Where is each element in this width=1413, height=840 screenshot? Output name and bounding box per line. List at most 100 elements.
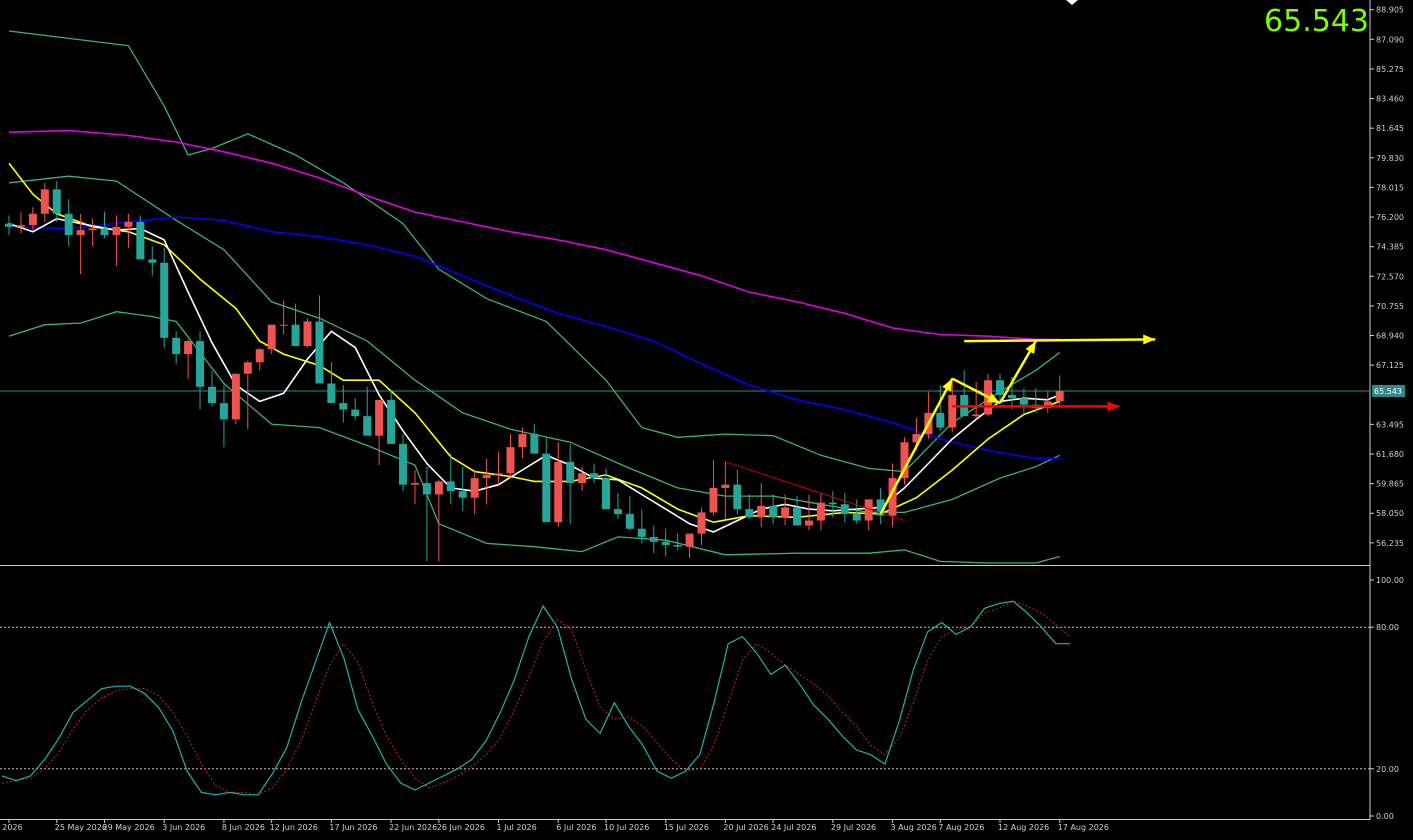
arrow-shaft-0 <box>879 378 954 515</box>
candle-body <box>816 502 825 521</box>
price-tick-label: 87.090 <box>1376 35 1404 44</box>
candle-body <box>972 414 981 417</box>
time-tick-label: 29 Jul 2026 <box>831 823 876 832</box>
time-tick-label: 3 Aug 2026 <box>891 823 937 832</box>
candle-body <box>64 213 73 235</box>
time-tick-label: 10 Jul 2026 <box>604 823 649 832</box>
time-tick-label: 7 Aug 2026 <box>938 823 984 832</box>
oscillator-tick-label: 20.00 <box>1376 765 1399 774</box>
trading-chart[interactable]: 88.905 87.090 85.275 83.460 81.645 79.830 78.0… <box>0 0 1413 836</box>
candle-body <box>172 337 181 355</box>
candle-body <box>542 453 551 523</box>
price-tick-label: 70.755 <box>1376 302 1404 311</box>
time-tick-label: 24 Jul 2026 <box>771 823 816 832</box>
price-tick-label: 58.050 <box>1376 509 1404 518</box>
candle-body <box>721 484 730 488</box>
candle-body <box>303 321 312 346</box>
candle-body <box>446 481 455 492</box>
candle-body <box>769 505 778 518</box>
candle-body <box>793 507 802 526</box>
oscillator-tick-label: 80.00 <box>1376 623 1399 632</box>
time-tick-label: 6 Jul 2026 <box>556 823 596 832</box>
oscillator-tick-label: 100.00 <box>1376 576 1404 585</box>
price-tick-label: 76.200 <box>1376 213 1404 222</box>
candle-body <box>840 504 849 515</box>
oscillator-main-line <box>1 600 1070 796</box>
time-tick-label: 20 Jul 2026 <box>723 823 768 832</box>
candle-body <box>387 399 396 444</box>
candle-body <box>16 225 25 227</box>
top-marker-icon <box>1066 0 1078 5</box>
candle-body <box>566 461 575 484</box>
chart-svg[interactable]: 88.905 87.090 85.275 83.460 81.645 79.830 78.0… <box>0 0 1413 836</box>
candle-body <box>757 505 766 518</box>
candle-body <box>196 341 205 387</box>
candle-body <box>1007 394 1016 399</box>
candle-body <box>685 533 694 547</box>
arrow-head-4 <box>1107 401 1120 412</box>
candle-body <box>458 491 467 498</box>
arrow-head-3 <box>1143 334 1156 345</box>
price-tick-label: 74.385 <box>1376 243 1404 252</box>
candle-body <box>673 545 682 547</box>
candle-body <box>518 434 527 448</box>
candle-body <box>709 487 718 513</box>
candle-body <box>494 473 503 475</box>
time-tick-label: 12 Aug 2026 <box>998 823 1049 832</box>
candle-body <box>410 483 419 485</box>
candle-body <box>852 514 861 521</box>
candle-body <box>207 386 216 404</box>
candle-body <box>399 443 408 485</box>
price-tick-label: 78.015 <box>1376 183 1404 192</box>
price-tag-label: 65.543 <box>1374 387 1402 396</box>
candle-body <box>40 189 49 214</box>
price-tick-label: 61.680 <box>1376 450 1404 459</box>
candle-body <box>781 507 790 518</box>
candle-body <box>231 373 240 420</box>
candle-body <box>291 324 300 346</box>
candle-body <box>315 321 324 384</box>
last-price-display: 65.543 <box>1264 4 1369 39</box>
candle-body <box>422 483 431 495</box>
price-tick-label: 83.460 <box>1376 95 1404 104</box>
candle-body <box>578 473 587 484</box>
candle-body <box>112 226 121 235</box>
candle-body <box>602 478 610 510</box>
price-tick-label: 68.940 <box>1376 332 1404 341</box>
candle-body <box>363 416 372 436</box>
candle-body <box>375 399 384 436</box>
price-tick-label: 81.645 <box>1376 124 1404 133</box>
price-tick-label: 67.125 <box>1376 361 1404 370</box>
candle-body <box>745 509 754 518</box>
candle-body <box>470 478 479 498</box>
candle-body <box>76 230 85 235</box>
time-tick-label: 26 Jun 2026 <box>437 823 485 832</box>
oscillator-signal-line <box>1 600 1071 796</box>
candle-body <box>1019 398 1028 405</box>
time-tick-label: 17 Jun 2026 <box>329 823 377 832</box>
price-tick-label: 72.570 <box>1376 272 1404 281</box>
candle-body <box>28 213 37 226</box>
candle-body <box>160 262 169 338</box>
candle-body <box>148 259 157 263</box>
candle-body <box>649 536 658 542</box>
candle-body <box>434 481 443 495</box>
candle-body <box>996 380 1005 395</box>
candle-body <box>506 447 515 474</box>
candle-body <box>530 434 539 454</box>
candle-body <box>136 221 145 260</box>
price-tick-label: 85.275 <box>1376 65 1404 74</box>
price-tick-label: 88.905 <box>1376 6 1404 15</box>
time-tick-label: 29 May 2026 <box>103 823 155 832</box>
candle-body <box>804 520 813 526</box>
time-tick-label: 3 Jun 2026 <box>162 823 205 832</box>
candle-body <box>5 223 13 227</box>
candle-body <box>243 362 252 374</box>
time-tick-label: 12 Jun 2026 <box>270 823 318 832</box>
candle-body <box>52 189 61 214</box>
time-tick-label: 17 Aug 2026 <box>1058 823 1109 832</box>
overlay-line-0 <box>8 30 1061 473</box>
time-tick-label: 8 Jun 2026 <box>222 823 265 832</box>
candle-body <box>339 403 348 410</box>
candle-body <box>279 324 288 326</box>
